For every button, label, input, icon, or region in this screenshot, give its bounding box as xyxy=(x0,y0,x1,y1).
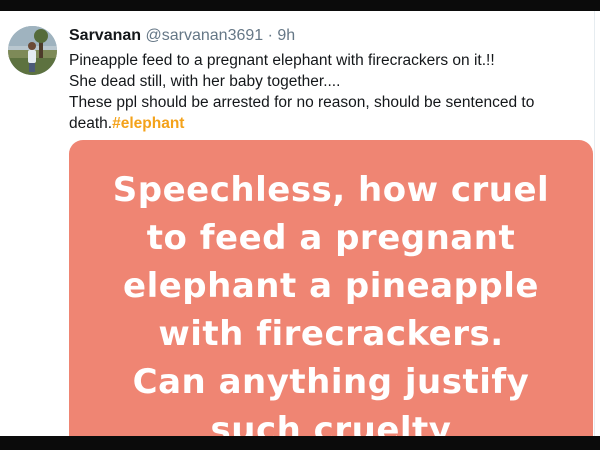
tweet-header: Sarvanan @sarvanan3691 · 9h xyxy=(69,26,295,46)
tweet-screen: Sarvanan @sarvanan3691 · 9h Pineapple fe… xyxy=(0,0,600,450)
tweet-text-line: Pineapple feed to a pregnant elephant wi… xyxy=(69,52,495,69)
author-handle[interactable]: @sarvanan3691 xyxy=(146,27,264,44)
media-text-line: elephant a pineapple xyxy=(123,266,539,306)
media-text-line: Can anything justify xyxy=(132,362,530,402)
bottom-black-bar xyxy=(0,436,600,450)
tweet-time[interactable]: 9h xyxy=(277,27,295,44)
media-image-text: Speechless, how cruel to feed a pregnant… xyxy=(69,166,593,450)
tweet-text-line: These ppl should be arrested for no reas… xyxy=(69,94,535,111)
author-name[interactable]: Sarvanan xyxy=(69,27,141,44)
media-text-line: Speechless, how cruel xyxy=(112,170,550,210)
tweet-text: Pineapple feed to a pregnant elephant wi… xyxy=(69,50,589,134)
tweet-text-line: She dead still, with her baby together..… xyxy=(69,73,341,90)
media-text-line: to feed a pregnant xyxy=(146,218,516,258)
hashtag-link[interactable]: #elephant xyxy=(112,115,184,132)
tweet-text-death: death. xyxy=(69,115,113,132)
time-separator: · xyxy=(267,27,273,44)
top-black-bar xyxy=(0,0,600,11)
tweet-media-image[interactable]: Speechless, how cruel to feed a pregnant… xyxy=(69,140,593,450)
media-text-line: with firecrackers. xyxy=(158,314,504,354)
column-divider xyxy=(594,11,595,436)
tweet-text-line: death.#elephant xyxy=(69,113,589,134)
avatar[interactable] xyxy=(8,26,57,75)
avatar-photo xyxy=(8,26,57,75)
